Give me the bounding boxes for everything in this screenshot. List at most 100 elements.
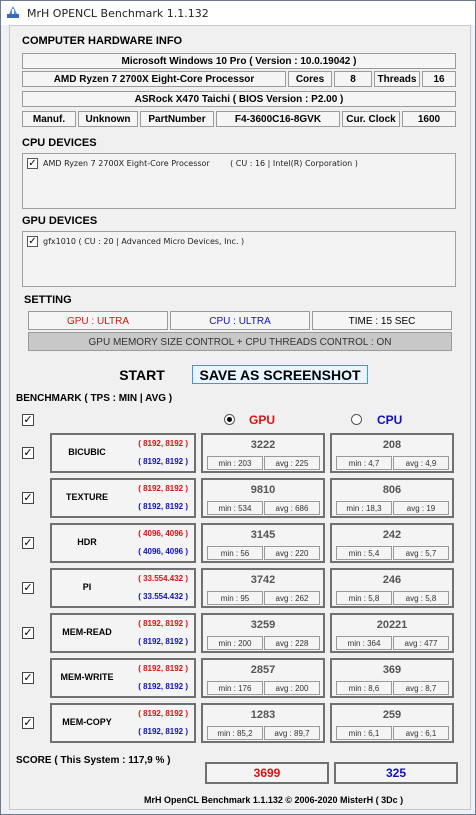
cpu-result: 246 min : 5,8 avg : 5,8 [330, 568, 454, 608]
window-title: MrH OPENCL Benchmark 1.1.132 [27, 7, 209, 20]
gpu-avg-value: avg : 220 [264, 546, 320, 560]
cpu-resolution: ( 8192, 8192 ) [138, 457, 188, 466]
threads-value: 16 [422, 71, 456, 87]
start-button[interactable]: START [102, 366, 182, 385]
gpu-devices-heading: GPU DEVICES [22, 215, 98, 227]
gpu-result: 3145 min : 56 avg : 220 [201, 523, 325, 563]
part-label: PartNumber [140, 111, 214, 127]
test-row[interactable]: BICUBIC ( 8192, 8192 ) ( 8192, 8192 ) [50, 433, 196, 473]
test-row[interactable]: PI ( 33.554.432 ) ( 33.554.432 ) [50, 568, 196, 608]
benchmark-heading: BENCHMARK ( TPS : MIN | AVG ) [16, 393, 173, 404]
cpu-min-value: min : 18,3 [336, 501, 392, 515]
cpu-name: AMD Ryzen 7 2700X Eight-Core Processor [22, 71, 286, 87]
cpu-setting[interactable]: CPU : ULTRA [170, 311, 310, 330]
cpu-tps-value: 259 [382, 709, 402, 721]
test-name: MEM-COPY [62, 717, 112, 727]
manuf-value: Unknown [78, 111, 138, 127]
gpu-result: 2857 min : 176 avg : 200 [201, 658, 325, 698]
memory-control-setting[interactable]: GPU MEMORY SIZE CONTROL + CPU THREADS CO… [28, 332, 452, 351]
gpu-tps-value: 3742 [250, 574, 276, 586]
cpu-avg-value: avg : 4,9 [393, 456, 449, 470]
gpu-device-checkbox[interactable]: ✓ [27, 236, 38, 247]
cpu-resolution: ( 4096, 4096 ) [138, 547, 188, 556]
threads-label: Threads [374, 71, 420, 87]
cpu-device-label: AMD Ryzen 7 2700X Eight-Core Processor (… [43, 159, 358, 168]
title-bar[interactable]: MrH OPENCL Benchmark 1.1.132 [1, 1, 475, 25]
gpu-avg-value: avg : 225 [264, 456, 320, 470]
gpu-resolution: ( 8192, 8192 ) [138, 709, 188, 718]
gpu-resolution: ( 8192, 8192 ) [138, 619, 188, 628]
cpu-resolution: ( 8192, 8192 ) [138, 682, 188, 691]
gpu-tps-value: 3145 [250, 529, 276, 541]
test-checkbox[interactable]: ✓ [22, 582, 34, 594]
save-screenshot-button[interactable]: SAVE AS SCREENSHOT [192, 365, 368, 384]
test-name: HDR [77, 537, 97, 547]
gpu-result: 9810 min : 534 avg : 686 [201, 478, 325, 518]
test-row[interactable]: TEXTURE ( 8192, 8192 ) ( 8192, 8192 ) [50, 478, 196, 518]
test-row[interactable]: MEM-COPY ( 8192, 8192 ) ( 8192, 8192 ) [50, 703, 196, 743]
gpu-tps-value: 1283 [250, 709, 276, 721]
manuf-label: Manuf. [22, 111, 76, 127]
select-all-checkbox[interactable]: ✓ [22, 414, 34, 426]
gpu-avg-value: avg : 89,7 [264, 726, 320, 740]
cpu-avg-value: avg : 5,7 [393, 546, 449, 560]
test-name: PI [82, 582, 92, 592]
cpu-device-checkbox[interactable]: ✓ [27, 158, 38, 169]
app-window: MrH OPENCL Benchmark 1.1.132 COMPUTER HA… [0, 0, 476, 815]
test-checkbox[interactable]: ✓ [22, 492, 34, 504]
cpu-tps-value: 369 [382, 664, 402, 676]
cpu-min-value: min : 364 [336, 636, 392, 650]
board-info: ASRock X470 Taichi ( BIOS Version : P2.0… [22, 91, 456, 107]
cpu-tps-value: 806 [382, 484, 402, 496]
test-name: TEXTURE [65, 492, 108, 502]
setting-heading: SETTING [24, 294, 72, 306]
gpu-resolution: ( 8192, 8192 ) [138, 484, 188, 493]
test-name: BICUBIC [68, 447, 106, 457]
time-setting[interactable]: TIME : 15 SEC [312, 311, 452, 330]
gpu-min-value: min : 85,2 [207, 726, 263, 740]
test-name: MEM-READ [62, 627, 112, 637]
test-row[interactable]: MEM-WRITE ( 8192, 8192 ) ( 8192, 8192 ) [50, 658, 196, 698]
gpu-column-label: GPU [249, 413, 276, 427]
gpu-tps-value: 2857 [250, 664, 276, 676]
test-row[interactable]: HDR ( 4096, 4096 ) ( 4096, 4096 ) [50, 523, 196, 563]
gpu-avg-value: avg : 686 [264, 501, 320, 515]
app-icon [7, 6, 19, 18]
hardware-heading: COMPUTER HARDWARE INFO [22, 35, 183, 47]
cpu-devices-list[interactable]: ✓ AMD Ryzen 7 2700X Eight-Core Processor… [22, 153, 456, 209]
part-value: F4-3600C16-8GVK [216, 111, 340, 127]
gpu-min-value: min : 203 [207, 456, 263, 470]
gpu-avg-value: avg : 200 [264, 681, 320, 695]
test-row[interactable]: MEM-READ ( 8192, 8192 ) ( 8192, 8192 ) [50, 613, 196, 653]
cpu-avg-value: avg : 477 [393, 636, 449, 650]
os-info: Microsoft Windows 10 Pro ( Version : 10.… [22, 53, 456, 69]
gpu-avg-value: avg : 262 [264, 591, 320, 605]
gpu-setting[interactable]: GPU : ULTRA [28, 311, 168, 330]
score-label: SCORE ( This System : 117,9 % ) [16, 755, 171, 766]
cpu-min-value: min : 4,7 [336, 456, 392, 470]
test-checkbox[interactable]: ✓ [22, 627, 34, 639]
gpu-devices-list[interactable]: ✓ gfx1010 ( CU : 20 | Advanced Micro Dev… [22, 231, 456, 287]
gpu-min-value: min : 176 [207, 681, 263, 695]
gpu-resolution: ( 4096, 4096 ) [138, 529, 188, 538]
test-name: MEM-WRITE [60, 672, 114, 682]
gpu-result: 3742 min : 95 avg : 262 [201, 568, 325, 608]
test-checkbox[interactable]: ✓ [22, 672, 34, 684]
cpu-result: 242 min : 5,4 avg : 5,7 [330, 523, 454, 563]
cpu-result: 806 min : 18,3 avg : 19 [330, 478, 454, 518]
test-checkbox[interactable]: ✓ [22, 447, 34, 459]
test-checkbox[interactable]: ✓ [22, 537, 34, 549]
cpu-min-value: min : 8,6 [336, 681, 392, 695]
gpu-tps-value: 3222 [250, 439, 276, 451]
gpu-radio[interactable] [224, 414, 235, 425]
cpu-radio[interactable] [351, 414, 362, 425]
gpu-result: 1283 min : 85,2 avg : 89,7 [201, 703, 325, 743]
cpu-result: 20221 min : 364 avg : 477 [330, 613, 454, 653]
clock-label: Cur. Clock [342, 111, 400, 127]
cpu-tps-value: 20221 [376, 619, 408, 631]
cpu-avg-value: avg : 5,8 [393, 591, 449, 605]
gpu-tps-value: 3259 [250, 619, 276, 631]
gpu-resolution: ( 8192, 8192 ) [138, 664, 188, 673]
gpu-resolution: ( 33.554.432 ) [138, 574, 188, 583]
test-checkbox[interactable]: ✓ [22, 717, 34, 729]
